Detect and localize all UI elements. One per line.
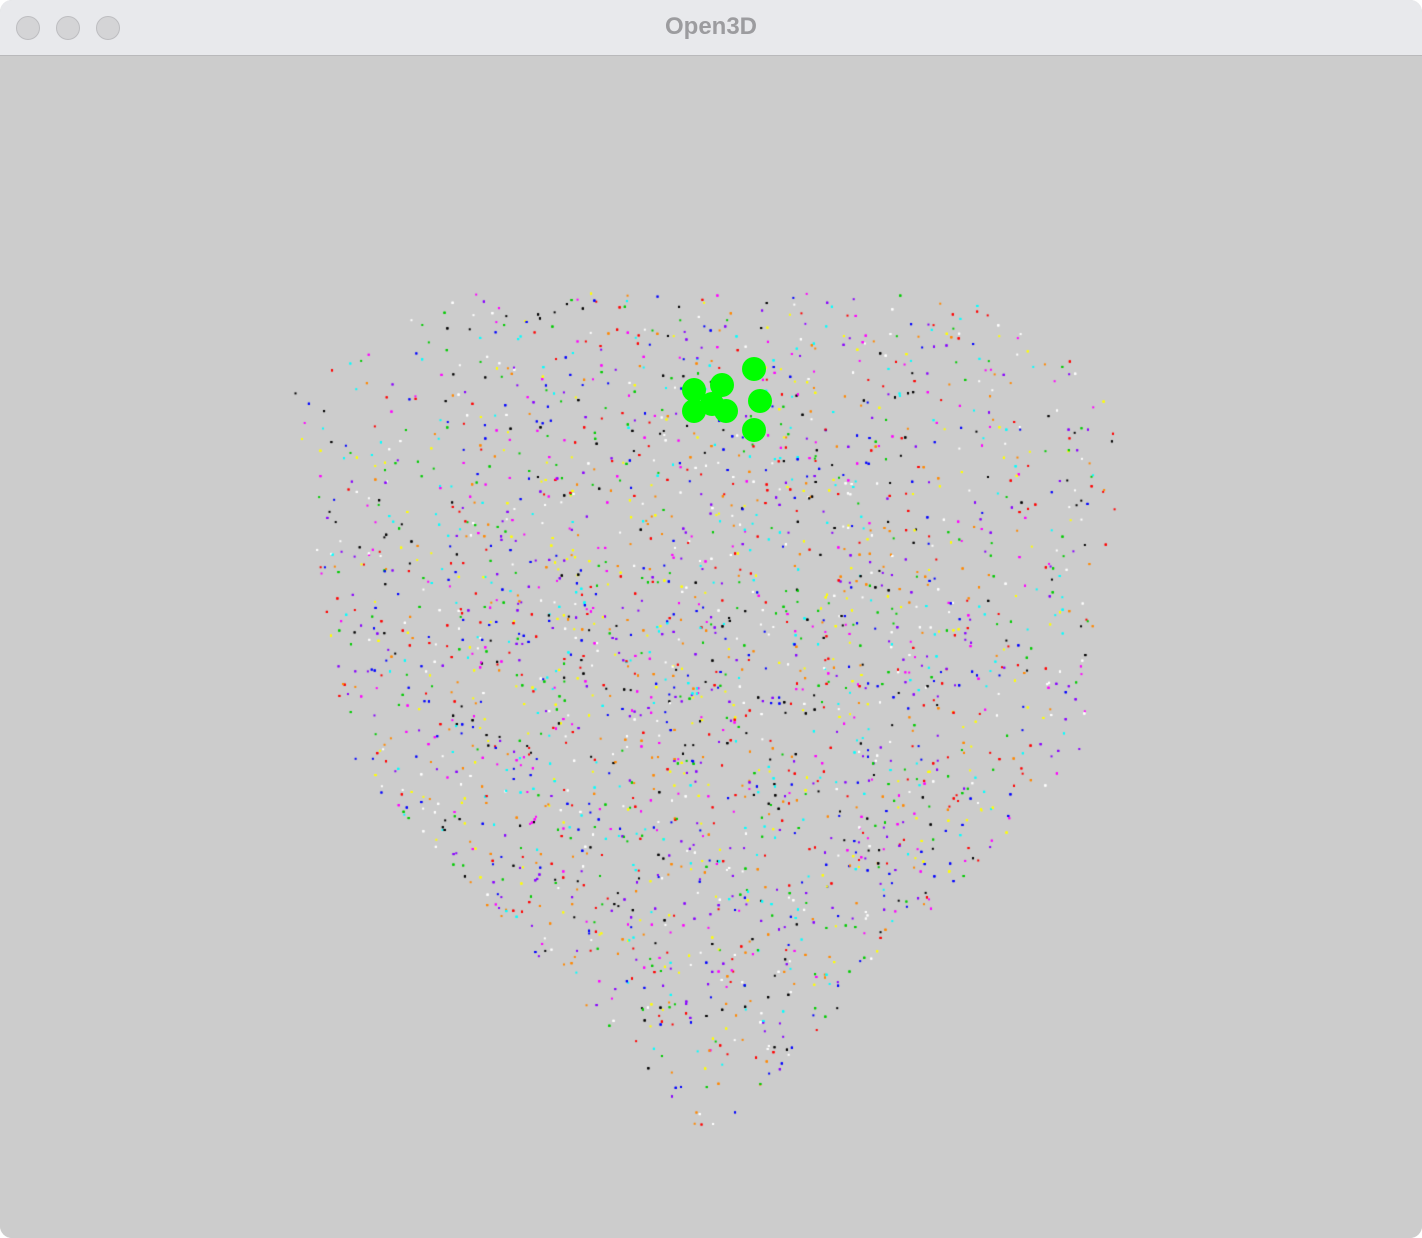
picked-point bbox=[742, 357, 766, 381]
open3d-window: Open3D bbox=[0, 0, 1422, 1238]
title-bar[interactable]: Open3D bbox=[0, 0, 1422, 56]
picked-point bbox=[700, 392, 724, 416]
3d-viewport[interactable] bbox=[0, 57, 1422, 1238]
window-title: Open3D bbox=[664, 13, 757, 40]
picked-point bbox=[748, 389, 772, 413]
picked-points-layer bbox=[682, 357, 772, 442]
picked-point bbox=[742, 418, 766, 442]
